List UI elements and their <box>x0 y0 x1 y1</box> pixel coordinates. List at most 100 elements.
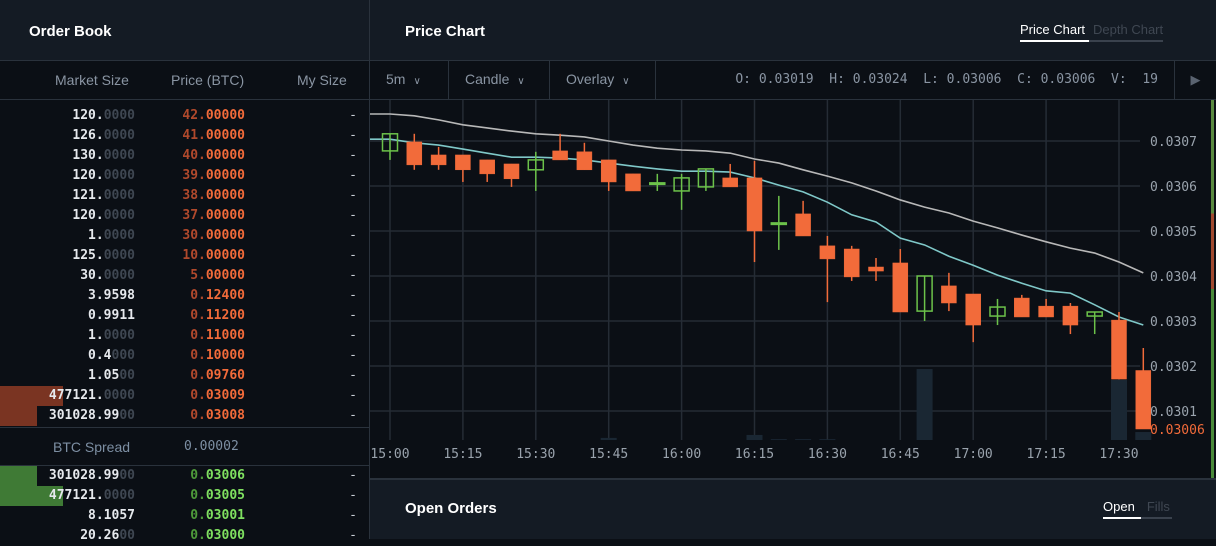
candle-body <box>1062 305 1079 326</box>
ask-row[interactable]: 120.0000 37.00000 - <box>0 206 369 226</box>
y-tick-label: 0.0304 <box>1150 270 1197 285</box>
price-chart-header: Price Chart Price Chart Depth Chart <box>370 0 1216 61</box>
tab-open[interactable]: Open <box>1103 499 1141 519</box>
candle-body <box>746 177 763 232</box>
ask-row[interactable]: 1.0500 0.09760 - <box>0 366 369 386</box>
order-book-panel: Order Book Market Size Price (BTC) My Si… <box>0 0 370 543</box>
my-size: - <box>349 308 357 323</box>
candlestick-chart[interactable]: 0.0307 0.0306 0.0305 0.0304 0.0303 0.0302 0.03… <box>370 100 1216 478</box>
ask-row[interactable]: 1.0000 0.11000 - <box>0 326 369 346</box>
candle-up <box>673 173 690 210</box>
volume-bar <box>1135 432 1152 440</box>
candle-down <box>406 133 423 170</box>
candle-body <box>576 151 593 171</box>
market-size: 126.0000 <box>72 128 135 143</box>
ask-row[interactable]: 121.0000 38.00000 - <box>0 186 369 206</box>
x-tick-label: 15:45 <box>589 447 628 462</box>
my-size: - <box>349 528 357 543</box>
ask-row[interactable]: 125.0000 10.00000 - <box>0 246 369 266</box>
market-size: 20.2600 <box>80 528 135 543</box>
candle-up <box>697 168 715 191</box>
market-size: 0.9911 <box>88 308 135 323</box>
candle-body <box>455 154 471 171</box>
tab-depth-chart[interactable]: Depth Chart <box>1089 22 1164 42</box>
bid-row[interactable]: 301028.9900 0.03006 - <box>0 466 369 486</box>
interval-dropdown[interactable]: 5m ∨ <box>370 61 449 99</box>
market-size: 30.0000 <box>80 268 135 283</box>
ask-row[interactable]: 301028.9900 0.03008 - <box>0 406 369 426</box>
ask-row[interactable]: 30.0000 5.00000 - <box>0 266 369 286</box>
my-size: - <box>349 148 357 163</box>
ask-row[interactable]: 126.0000 41.00000 - <box>0 126 369 146</box>
candle-up <box>649 173 666 191</box>
price: 38.00000 <box>182 188 245 203</box>
my-size: - <box>349 168 357 183</box>
spread-label: BTC Spread <box>53 439 131 455</box>
order-book-header: Order Book <box>0 0 369 61</box>
x-tick-label: 16:30 <box>808 447 847 462</box>
price: 42.00000 <box>182 108 245 123</box>
chart-tabs: Price Chart Depth Chart <box>1020 22 1164 42</box>
ask-row[interactable]: 1.0000 30.00000 - <box>0 226 369 246</box>
x-tick-label: 16:00 <box>662 447 701 462</box>
ask-row[interactable]: 120.0000 39.00000 - <box>0 166 369 186</box>
ask-row[interactable]: 0.9911 0.11200 - <box>0 306 369 326</box>
my-size: - <box>349 248 357 263</box>
tab-fills[interactable]: Fills <box>1140 499 1172 519</box>
order-book-column-headers: Market Size Price (BTC) My Size <box>0 61 369 100</box>
candle-up <box>1086 311 1103 335</box>
order-book-title: Order Book <box>29 23 112 40</box>
depth-bar <box>0 406 37 426</box>
tab-price-chart[interactable]: Price Chart <box>1020 22 1090 42</box>
market-size: 1.0000 <box>88 228 135 243</box>
volume-bar <box>770 439 787 440</box>
candle-body <box>892 262 909 313</box>
ask-row[interactable]: 477121.0000 0.03009 - <box>0 386 369 406</box>
y-tick-label: 0.0301 <box>1150 405 1197 420</box>
my-size: - <box>349 368 357 383</box>
play-icon[interactable]: ▶ <box>1174 61 1216 99</box>
depth-indicator-strip <box>1211 100 1214 478</box>
price: 39.00000 <box>182 168 245 183</box>
chevron-down-icon: ∨ <box>413 76 421 87</box>
market-size: 8.1057 <box>88 508 135 523</box>
ask-row[interactable]: 130.0000 40.00000 - <box>0 146 369 166</box>
open-orders-tabs: Open Fills <box>1103 499 1172 519</box>
price: 0.10000 <box>190 348 245 363</box>
candle-up <box>916 275 933 321</box>
price: 0.03009 <box>190 388 245 403</box>
price: 5.00000 <box>190 268 245 283</box>
bid-row[interactable]: 8.1057 0.03001 - <box>0 506 369 526</box>
spread-value: 0.00002 <box>184 439 239 454</box>
price: 40.00000 <box>182 148 245 163</box>
my-size: - <box>349 228 357 243</box>
volume-bar <box>746 434 763 440</box>
candle-down <box>941 272 957 312</box>
my-size: - <box>349 268 357 283</box>
volume-bar <box>1111 379 1127 440</box>
my-size: - <box>349 408 357 423</box>
column-my-size: My Size <box>297 72 347 88</box>
candle-body <box>722 177 738 188</box>
my-size: - <box>349 328 357 343</box>
ask-row[interactable]: 3.9598 0.12400 - <box>0 286 369 306</box>
candle-body <box>503 163 520 180</box>
candle-down <box>455 154 471 182</box>
y-tick-label: 0.0307 <box>1150 135 1197 150</box>
candle-body <box>1038 305 1054 318</box>
candle-down <box>892 249 909 313</box>
ask-row[interactable]: 120.0000 42.00000 - <box>0 106 369 126</box>
overlay-dropdown[interactable]: Overlay ∨ <box>550 61 656 99</box>
x-tick-label: 16:15 <box>735 447 774 462</box>
ask-row[interactable]: 0.4000 0.10000 - <box>0 346 369 366</box>
candle-down <box>1062 303 1079 335</box>
candle-down <box>552 133 568 161</box>
market-size: 1.0500 <box>88 368 135 383</box>
candle-down <box>503 163 520 187</box>
x-tick-label: 16:45 <box>881 447 920 462</box>
chart-type-dropdown[interactable]: Candle ∨ <box>449 61 550 99</box>
bid-row[interactable]: 477121.0000 0.03005 - <box>0 486 369 506</box>
bid-row[interactable]: 20.2600 0.03000 - <box>0 526 369 546</box>
chart-toolbar: 5m ∨ Candle ∨ Overlay ∨ O: 0.03019 H: 0.030… <box>370 61 1216 100</box>
candle-up <box>381 133 399 160</box>
